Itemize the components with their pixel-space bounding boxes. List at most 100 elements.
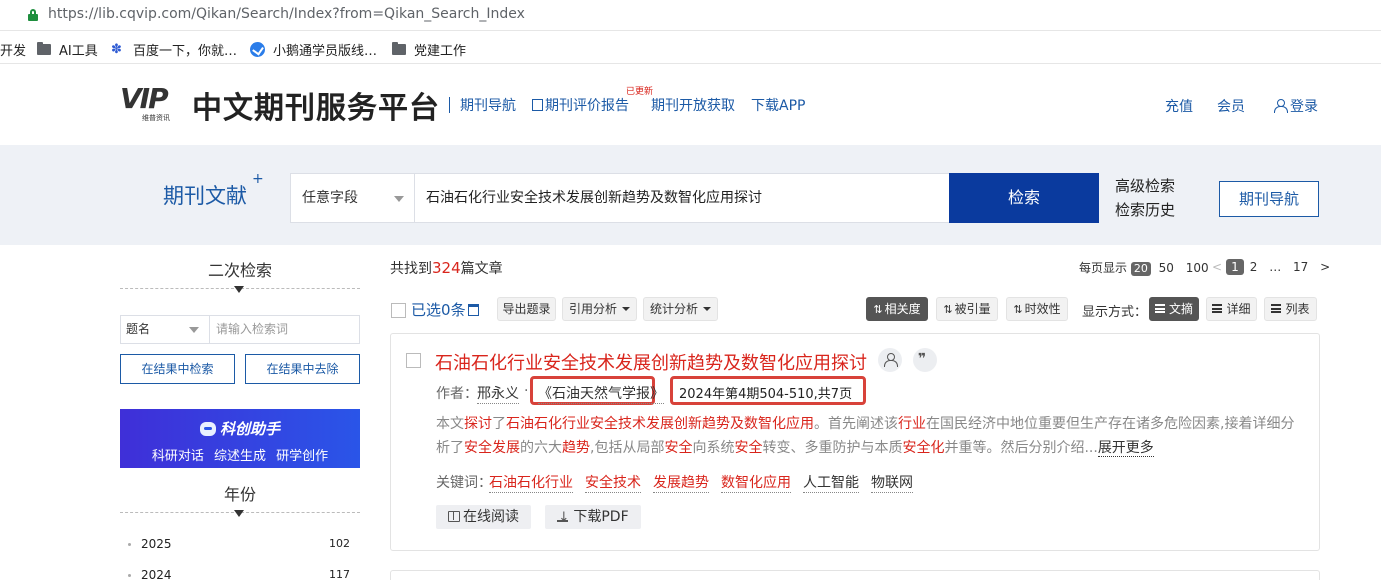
- cite-button[interactable]: ❞: [913, 348, 937, 372]
- recharge-link[interactable]: 充值: [1165, 96, 1193, 116]
- selected-count[interactable]: 已选0条: [411, 299, 479, 320]
- sort-relevance-button[interactable]: ⇅ 相关度: [866, 297, 928, 321]
- search-button[interactable]: 检索: [949, 173, 1099, 223]
- result-checkbox[interactable]: [406, 353, 421, 368]
- bookmark-xiaoetong[interactable]: 小鹅通学员版线…: [250, 40, 377, 59]
- membership-link[interactable]: 会员: [1217, 96, 1245, 116]
- abstract-highlight: 安全化: [902, 440, 945, 456]
- journal-literature-label[interactable]: 期刊文献: [163, 180, 247, 210]
- display-label: 文摘: [1168, 302, 1193, 316]
- pagination: < 1 2 … 17 >: [1212, 259, 1330, 275]
- per-page-option[interactable]: 50: [1159, 261, 1174, 275]
- author-link[interactable]: 邢永义: [477, 383, 519, 404]
- year-count: 102: [329, 537, 350, 550]
- sort-citations-button[interactable]: ⇅ 被引量: [936, 297, 998, 321]
- search-field-select[interactable]: 任意字段: [290, 173, 415, 223]
- bookmark-ai-tools[interactable]: AI工具: [37, 40, 98, 59]
- page-link-last[interactable]: 17: [1293, 260, 1308, 274]
- secondary-search-input[interactable]: 请输入检索词: [209, 315, 360, 344]
- author-profile-button[interactable]: [878, 348, 902, 372]
- detail-list-icon: [1212, 304, 1223, 313]
- updated-badge: 已更新: [626, 87, 654, 97]
- abstract-highlight: 石油石化行业安全技术发展创新趋势及数智化应用: [506, 416, 814, 432]
- abstract-segment: 向系统: [692, 440, 735, 456]
- keyword-link[interactable]: 安全技术: [585, 472, 641, 493]
- expand-more-link[interactable]: 展开更多: [1097, 440, 1154, 457]
- per-page-option[interactable]: 100: [1186, 261, 1209, 275]
- abstract-segment: 并重等。然后分别介绍...: [944, 440, 1098, 456]
- journal-nav-button[interactable]: 期刊导航: [1219, 181, 1319, 217]
- bullet-icon: [128, 574, 131, 577]
- per-page-label: 每页显示: [1079, 261, 1128, 275]
- nav-journal-evaluation-report[interactable]: 期刊评价报告: [532, 95, 629, 115]
- chevron-down-icon: [622, 307, 630, 311]
- person-icon: [884, 353, 898, 367]
- search-in-results-button[interactable]: 在结果中检索: [120, 354, 235, 384]
- nav-open-access[interactable]: 期刊开放获取: [651, 95, 735, 115]
- citation-analysis-dropdown[interactable]: 引用分析: [562, 297, 637, 321]
- display-abstract-button[interactable]: 文摘: [1149, 297, 1199, 321]
- page-link[interactable]: 2: [1250, 260, 1258, 274]
- journal-link[interactable]: 《石油天然气学报》: [538, 383, 664, 404]
- display-list-button[interactable]: 列表: [1264, 297, 1317, 321]
- bookmark-dev[interactable]: 开发: [0, 40, 26, 59]
- keywords-label: 关键词：: [436, 475, 492, 491]
- sort-icon: ⇅: [943, 303, 953, 316]
- select-all-checkbox[interactable]: [391, 303, 406, 318]
- bookmark-label: AI工具: [59, 44, 98, 59]
- year-facet-title: 年份: [224, 485, 257, 504]
- bullet-icon: [128, 543, 131, 546]
- keyword-link[interactable]: 人工智能: [803, 472, 859, 493]
- next-page-icon[interactable]: >: [1320, 260, 1330, 274]
- search-input[interactable]: 石油石化行业安全技术发展创新趋势及数智化应用探讨: [414, 173, 950, 223]
- display-detail-button[interactable]: 详细: [1206, 297, 1257, 321]
- browser-address-bar[interactable]: https://lib.cqvip.com/Qikan/Search/Index…: [0, 0, 1381, 31]
- keyword-link[interactable]: 物联网: [871, 472, 913, 493]
- sort-icon: ⇅: [873, 303, 883, 316]
- result-title[interactable]: 石油石化行业安全技术发展创新趋势及数智化应用探讨: [435, 349, 867, 375]
- keyword-link[interactable]: 数智化应用: [721, 472, 791, 493]
- export-citations-button[interactable]: 导出题录: [497, 297, 556, 321]
- keyword-link[interactable]: 石油石化行业: [489, 472, 573, 493]
- vip-logo[interactable]: VIP 维普资讯: [120, 85, 184, 123]
- statistics-analysis-dropdown[interactable]: 统计分析: [643, 297, 718, 321]
- keyword-link[interactable]: 发展趋势: [653, 472, 709, 493]
- abstract-highlight: 探讨: [464, 416, 492, 432]
- trash-icon[interactable]: [467, 304, 479, 316]
- sort-recency-button[interactable]: ⇅ 时效性: [1006, 297, 1068, 321]
- chevron-down-icon: [189, 327, 199, 333]
- login-link[interactable]: 登录: [1274, 96, 1318, 116]
- secondary-search-title: 二次检索: [208, 261, 273, 280]
- bookmark-label: 党建工作: [414, 44, 467, 59]
- author-label: 作者：: [436, 386, 478, 402]
- found-prefix: 共找到: [390, 261, 432, 277]
- nav-journal-navigation[interactable]: 期刊导航: [460, 95, 516, 115]
- chevron-down-icon: [703, 307, 711, 311]
- innovation-assistant-banner[interactable]: 科创助手 科研对话 综述生成 研学创作: [120, 409, 360, 468]
- abstract-text: 本文探讨了石油石化行业安全技术发展创新趋势及数智化应用。首先阐述该行业在国民经济…: [436, 412, 1306, 460]
- url-text[interactable]: https://lib.cqvip.com/Qikan/Search/Index…: [48, 6, 525, 22]
- book-icon: [448, 511, 460, 522]
- bookmarks-bar: 开发 AI工具 ✽ 百度一下，你就… 小鹅通学员版线… 党建工作: [0, 32, 1381, 64]
- secondary-field-select[interactable]: 题名: [120, 315, 210, 344]
- download-pdf-button[interactable]: 下载PDF: [545, 505, 641, 530]
- bookmark-party-work[interactable]: 党建工作: [392, 40, 466, 59]
- list-icon: [1154, 304, 1165, 313]
- per-page-option-active[interactable]: 20: [1130, 262, 1151, 276]
- bookmark-baidu[interactable]: ✽ 百度一下，你就…: [111, 40, 237, 59]
- selected-prefix: 已选: [411, 301, 442, 319]
- advanced-search-link[interactable]: 高级检索: [1115, 175, 1175, 196]
- page-current[interactable]: 1: [1225, 259, 1244, 275]
- user-icon: [1274, 99, 1288, 113]
- abstract-highlight: 趋势: [562, 440, 590, 456]
- read-online-label: 在线阅读: [463, 509, 519, 525]
- read-online-button[interactable]: 在线阅读: [436, 505, 531, 529]
- search-history-link[interactable]: 检索历史: [1115, 199, 1175, 220]
- bookmark-label: 开发: [0, 44, 27, 59]
- triangle-down-icon: [234, 286, 244, 293]
- nav-download-app[interactable]: 下载APP: [751, 95, 805, 115]
- exclude-from-results-button[interactable]: 在结果中去除: [245, 354, 360, 384]
- year-count: 117: [329, 568, 350, 580]
- prev-page-icon[interactable]: <: [1212, 260, 1222, 274]
- found-count: 324: [432, 259, 461, 277]
